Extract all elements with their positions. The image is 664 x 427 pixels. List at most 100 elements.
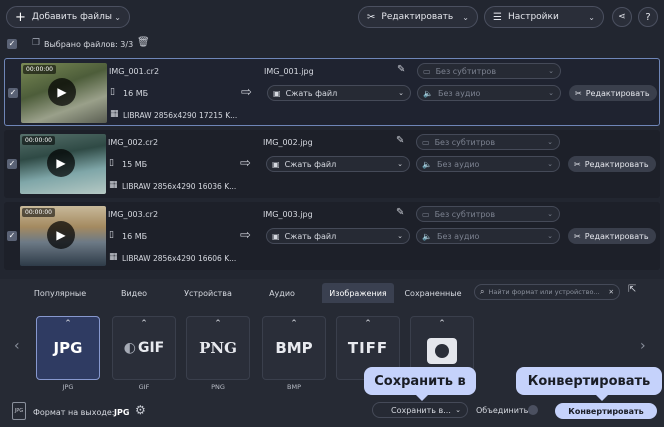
compress-select[interactable]: ▣ Сжать файл ⌄ [266, 228, 410, 244]
trash-icon[interactable]: 🗑 [137, 37, 150, 48]
format-tile-png[interactable]: ⌃ PNG [186, 316, 250, 380]
subtitles-icon: ▭ [422, 137, 430, 147]
subtitles-label: Без субтитров [434, 137, 496, 147]
save-to-callout: Сохранить в [364, 367, 476, 401]
file-meta: LIBRAW 2856x4290 17215 K... [123, 111, 238, 120]
file-size: 16 МБ [122, 232, 148, 241]
subtitles-select[interactable]: ▭ Без субтитров ⌄ [416, 206, 560, 222]
format-label-bmp: BMP [287, 383, 301, 391]
tab-popular[interactable]: Популярные [26, 283, 94, 303]
save-to-label: Сохранить в... [391, 405, 451, 415]
format-label-jpg: JPG [62, 383, 74, 391]
tools-icon: ✂ [367, 11, 376, 23]
video-thumbnail[interactable]: 00:00:00 ▶ [20, 206, 106, 266]
video-thumbnail[interactable]: 00:00:00 ▶ [21, 63, 107, 123]
rename-pencil-icon[interactable]: ✎ [397, 64, 405, 75]
play-icon[interactable]: ▶ [47, 221, 75, 249]
format-search-input[interactable]: ⌕ Найти формат или устройство... ✕ [474, 284, 620, 300]
duration-badge: 00:00:00 [22, 208, 55, 217]
tab-saved[interactable]: Сохраненные [398, 283, 468, 303]
search-icon: ⌕ [480, 287, 485, 296]
compress-icon: ▣ [272, 231, 280, 241]
close-icon[interactable]: ✕ [609, 288, 614, 296]
play-icon[interactable]: ▶ [47, 149, 75, 177]
audio-label: Без аудио [436, 159, 480, 169]
audio-label: Без аудио [437, 88, 481, 98]
file-row[interactable]: ✓ 00:00:00 ▶ IMG_002.cr2 ▯ 15 МБ ▦ LIBRA… [4, 130, 660, 198]
tab-audio[interactable]: Аудио [248, 283, 316, 303]
save-to-select[interactable]: Сохранить в... ⌄ [372, 402, 468, 418]
selected-count: Выбрано файлов: 3/3 [44, 40, 134, 49]
file-icon: ▯ [109, 158, 114, 168]
format-tile-jpg[interactable]: ⌃ JPG [36, 316, 100, 380]
source-file-name: IMG_002.cr2 [108, 138, 159, 147]
select-all-checkbox[interactable]: ✓ [7, 39, 17, 49]
chevron-down-icon: ⌄ [548, 67, 554, 75]
video-thumbnail[interactable]: 00:00:00 ▶ [20, 134, 106, 194]
row-edit-button[interactable]: ✂ Редактировать [568, 156, 656, 172]
chevron-down-icon: ⌄ [462, 12, 469, 22]
tab-video[interactable]: Видео [100, 283, 168, 303]
format-tile-bmp[interactable]: ⌃ BMP [262, 316, 326, 380]
output-file-name: IMG_001.jpg [264, 67, 314, 76]
image-info-icon: ▦ [109, 180, 118, 190]
source-file-name: IMG_001.cr2 [109, 67, 160, 76]
gear-icon[interactable]: ⚙ [135, 403, 146, 417]
audio-select[interactable]: 🔈 Без аудио ⌄ [417, 85, 561, 101]
add-files-button[interactable]: + Добавить файлы ⌄ [6, 6, 130, 28]
settings-menu-label: Настройки [507, 12, 559, 22]
image-info-icon: ▦ [109, 252, 118, 262]
row-edit-button[interactable]: ✂ Редактировать [568, 228, 656, 244]
collapse-panel-icon[interactable]: ⇱ [628, 284, 636, 295]
settings-icon: ☰ [493, 11, 502, 23]
compress-select[interactable]: ▣ Сжать файл ⌄ [267, 85, 411, 101]
rename-pencil-icon[interactable]: ✎ [396, 207, 404, 218]
audio-icon: 🔈 [423, 88, 433, 98]
file-row[interactable]: ✓ 00:00:00 ▶ IMG_003.cr2 ▯ 16 МБ ▦ LIBRA… [4, 202, 660, 270]
format-tiff-logo: TIFF [347, 339, 389, 357]
compress-select[interactable]: ▣ Сжать файл ⌄ [266, 156, 410, 172]
output-format-value: JPG [114, 408, 130, 417]
audio-select[interactable]: 🔈 Без аудио ⌄ [416, 228, 560, 244]
chevron-up-icon: ⌃ [214, 319, 222, 329]
convert-button[interactable]: Конвертировать [555, 403, 657, 419]
chevron-down-icon: ⌄ [547, 232, 553, 240]
camera-icon [427, 338, 457, 364]
rename-pencil-icon[interactable]: ✎ [396, 135, 404, 146]
settings-menu-button[interactable]: ☰ Настройки ⌄ [484, 6, 604, 28]
convert-button-label: Конвертировать [568, 406, 644, 416]
subtitles-select[interactable]: ▭ Без субтитров ⌄ [417, 63, 561, 79]
row-checkbox[interactable]: ✓ [8, 88, 18, 98]
file-row[interactable]: ✓ 00:00:00 ▶ IMG_001.cr2 ▯ 16 МБ ▦ LIBRA… [4, 58, 660, 126]
audio-select[interactable]: 🔈 Без аудио ⌄ [416, 156, 560, 172]
compress-icon: ▣ [272, 159, 280, 169]
duration-badge: 00:00:00 [22, 136, 55, 145]
scissors-icon: ✂ [574, 231, 581, 241]
subtitles-select[interactable]: ▭ Без субтитров ⌄ [416, 134, 560, 150]
chevron-right-icon[interactable]: › [640, 338, 646, 354]
row-edit-button[interactable]: ✂ Редактировать [569, 85, 657, 101]
format-png-logo: PNG [199, 339, 237, 357]
chevron-left-icon[interactable]: ‹ [14, 338, 20, 354]
chevron-down-icon: ⌄ [114, 12, 121, 22]
tab-devices[interactable]: Устройства [174, 283, 242, 303]
tab-images[interactable]: Изображения [322, 283, 394, 303]
subtitles-icon: ▭ [422, 209, 430, 219]
play-icon[interactable]: ▶ [48, 78, 76, 106]
share-button[interactable]: ⋖ [612, 7, 632, 27]
output-file-icon: JPG [12, 402, 26, 420]
help-button[interactable]: ? [638, 7, 658, 27]
row-checkbox[interactable]: ✓ [7, 159, 17, 169]
row-checkbox[interactable]: ✓ [7, 231, 17, 241]
row-edit-label: Редактировать [584, 159, 649, 169]
source-file-name: IMG_003.cr2 [108, 210, 159, 219]
merge-toggle[interactable] [528, 405, 538, 415]
format-tile-gif[interactable]: ⌃ ◐ GIF [112, 316, 176, 380]
files-stack-icon: ❐ [32, 38, 41, 48]
chevron-down-icon: ⌄ [548, 89, 554, 97]
chevron-down-icon: ⌄ [547, 138, 553, 146]
format-label-png: PNG [211, 383, 225, 391]
subtitles-label: Без субтитров [435, 66, 497, 76]
edit-menu-button[interactable]: ✂ Редактировать ⌄ [358, 6, 478, 28]
help-icon: ? [645, 11, 651, 23]
